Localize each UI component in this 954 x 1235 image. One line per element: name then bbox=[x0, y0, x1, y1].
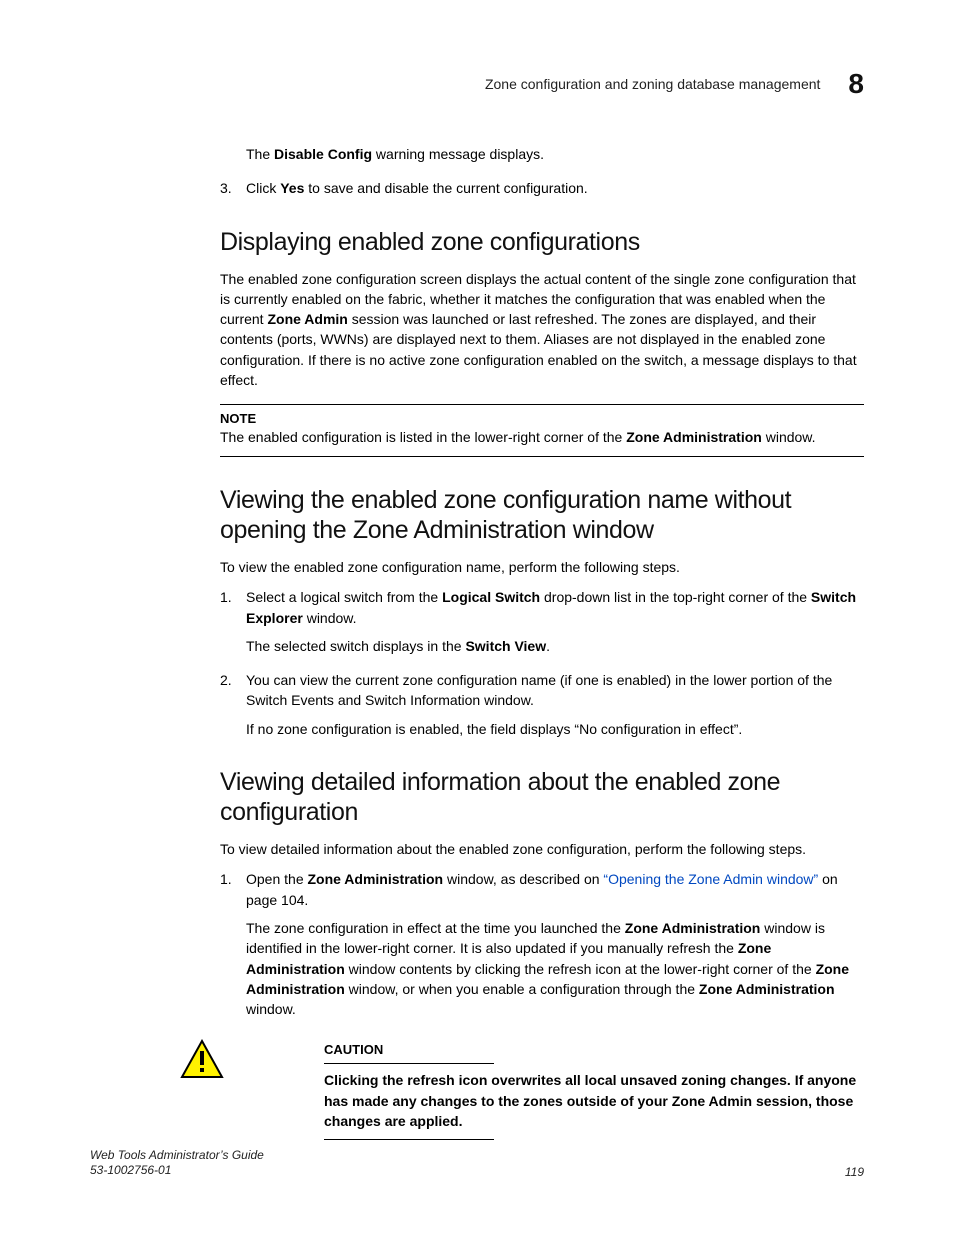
bold-fragment: Zone Administration bbox=[308, 871, 444, 887]
text-fragment: window. bbox=[246, 1001, 296, 1017]
sec2-step-1: 1. Select a logical switch from the Logi… bbox=[220, 587, 864, 628]
bold-fragment: Switch View bbox=[465, 638, 546, 654]
paragraph: To view detailed information about the e… bbox=[220, 839, 864, 859]
step-number: 3. bbox=[220, 178, 246, 198]
sec2-step-2: 2. You can view the current zone configu… bbox=[220, 670, 864, 711]
text-fragment: window, as described on bbox=[443, 871, 603, 887]
footer-doc-number: 53-1002756-01 bbox=[90, 1163, 264, 1179]
text-fragment: window. bbox=[303, 610, 357, 626]
text-fragment: The zone configuration in effect at the … bbox=[246, 920, 625, 936]
page-footer: Web Tools Administrator’s Guide 53-10027… bbox=[90, 1148, 864, 1179]
bold-fragment: Zone Administration bbox=[625, 920, 761, 936]
section-heading-view-detail: Viewing detailed information about the e… bbox=[220, 767, 864, 827]
footer-left: Web Tools Administrator’s Guide 53-10027… bbox=[90, 1148, 264, 1179]
footer-page-number: 119 bbox=[845, 1165, 864, 1179]
chapter-number: 8 bbox=[848, 68, 864, 100]
content-body: The Disable Config warning message displ… bbox=[220, 144, 864, 1019]
caution-block: CAUTION Clicking the refresh icon overwr… bbox=[180, 1041, 864, 1140]
text-fragment: window, or when you enable a configurati… bbox=[345, 981, 699, 997]
text-fragment: The bbox=[246, 146, 274, 162]
running-header: Zone configuration and zoning database m… bbox=[90, 68, 864, 100]
section-heading-view-name: Viewing the enabled zone configuration n… bbox=[220, 485, 864, 545]
step-3: 3. Click Yes to save and disable the cur… bbox=[220, 178, 864, 198]
sec2-step-2-sub: If no zone configuration is enabled, the… bbox=[246, 719, 864, 739]
text-fragment: warning message displays. bbox=[372, 146, 544, 162]
step-body: You can view the current zone configurat… bbox=[246, 670, 864, 711]
sec3-step-1-sub: The zone configuration in effect at the … bbox=[246, 918, 864, 1019]
step-number: 1. bbox=[220, 869, 246, 910]
page: Zone configuration and zoning database m… bbox=[0, 0, 954, 1235]
caution-text: Clicking the refresh icon overwrites all… bbox=[324, 1070, 864, 1131]
step-number: 1. bbox=[220, 587, 246, 628]
bold-fragment: Zone Administration bbox=[626, 429, 762, 445]
note-label: NOTE bbox=[220, 411, 864, 426]
step-body: Open the Zone Administration window, as … bbox=[246, 869, 864, 910]
text-fragment: drop-down list in the top-right corner o… bbox=[540, 589, 811, 605]
footer-guide-title: Web Tools Administrator’s Guide bbox=[90, 1148, 264, 1164]
step-body: Click Yes to save and disable the curren… bbox=[246, 178, 864, 198]
disable-config-line: The Disable Config warning message displ… bbox=[246, 144, 864, 164]
paragraph: The enabled zone configuration screen di… bbox=[220, 269, 864, 391]
text-fragment: Click bbox=[246, 180, 280, 196]
text-fragment: Select a logical switch from the bbox=[246, 589, 442, 605]
text-fragment: Open the bbox=[246, 871, 308, 887]
sec3-step-1: 1. Open the Zone Administration window, … bbox=[220, 869, 864, 910]
sec2-step-1-sub: The selected switch displays in the Swit… bbox=[246, 636, 864, 656]
text-fragment: to save and disable the current configur… bbox=[304, 180, 587, 196]
text-fragment: window contents by clicking the refresh … bbox=[345, 961, 816, 977]
bold-fragment: Logical Switch bbox=[442, 589, 540, 605]
step-number: 2. bbox=[220, 670, 246, 711]
note-block: NOTE The enabled configuration is listed… bbox=[220, 404, 864, 457]
section-heading-display-enabled: Displaying enabled zone configurations bbox=[220, 227, 864, 257]
caution-rule-top: CAUTION bbox=[324, 1041, 494, 1064]
step-body: Select a logical switch from the Logical… bbox=[246, 587, 864, 628]
text-fragment: window. bbox=[762, 429, 816, 445]
caution-label: CAUTION bbox=[324, 1042, 383, 1057]
note-text: The enabled configuration is listed in t… bbox=[220, 428, 864, 448]
text-fragment: The enabled configuration is listed in t… bbox=[220, 429, 626, 445]
text-fragment: . bbox=[546, 638, 550, 654]
caution-content: CAUTION Clicking the refresh icon overwr… bbox=[324, 1041, 864, 1140]
bold-fragment: Yes bbox=[280, 180, 304, 196]
bold-fragment: Zone Admin bbox=[267, 311, 347, 327]
bold-fragment: Disable Config bbox=[274, 146, 372, 162]
caution-rule-bottom bbox=[324, 1139, 494, 1140]
cross-reference-link[interactable]: “Opening the Zone Admin window” bbox=[603, 871, 818, 887]
bold-fragment: Zone Administration bbox=[699, 981, 835, 997]
caution-icon bbox=[180, 1039, 224, 1079]
paragraph: To view the enabled zone configuration n… bbox=[220, 557, 864, 577]
text-fragment: The selected switch displays in the bbox=[246, 638, 465, 654]
running-title: Zone configuration and zoning database m… bbox=[485, 76, 820, 92]
